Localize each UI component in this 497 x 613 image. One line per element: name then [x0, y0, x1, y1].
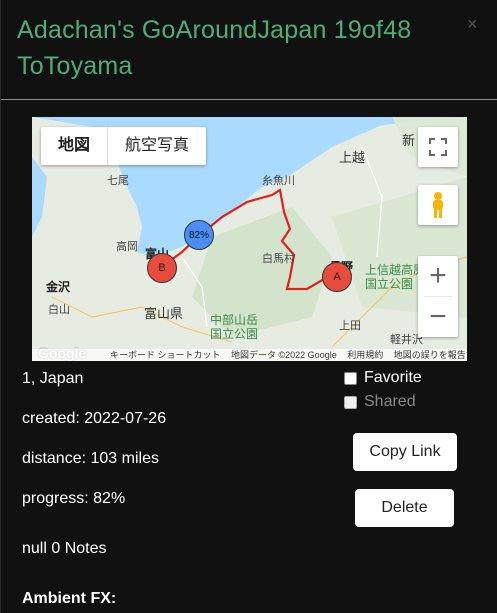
ambient-fx-heading: Ambient FX: [22, 590, 117, 607]
modal-header: Adachan's GoAroundJapan 19of48 ToToyama … [1, 0, 497, 100]
pegman-icon[interactable] [418, 185, 458, 225]
shared-checkbox-box [344, 395, 357, 409]
report-error-link[interactable]: 地図の誤りを報告する [394, 350, 467, 360]
modal-title: Adachan's GoAroundJapan 19of48 ToToyama [17, 16, 412, 80]
map-label-hakuba: 白馬村 [262, 253, 295, 265]
trip-distance: distance: 103 miles [22, 450, 159, 467]
trip-progress: progress: 82% [22, 490, 126, 507]
zoom-out-button[interactable]: − [418, 297, 458, 337]
shared-label: Shared [364, 393, 416, 410]
trip-created: created: 2022-07-26 [22, 410, 167, 427]
map-label-joetsu: 上越 [339, 150, 366, 165]
marker-a[interactable]: A [322, 262, 352, 292]
map-label-ueda: 上田 [339, 320, 361, 332]
map-label-takaoka: 高岡 [116, 241, 138, 253]
map-label-itoigawa: 糸魚川 [262, 175, 295, 187]
map-type-satellite-button[interactable]: 航空写真 [108, 127, 206, 165]
map-label-chubu-park: 中部山岳 国立公園 [210, 313, 259, 341]
map-label-nanao: 七尾 [107, 175, 129, 187]
map-attribution: キーボード ショートカット 地図データ ©2022 Google 利用規約 地図… [32, 349, 467, 361]
zoom-control: + − [418, 256, 458, 337]
map-data-credit: 地図データ ©2022 Google [231, 350, 337, 360]
shared-checkbox: Shared [344, 393, 416, 411]
copy-link-button[interactable]: Copy Link [353, 433, 457, 471]
map-label-joshinetsu-park: 上信越高原 国立公園 [365, 263, 426, 291]
close-icon[interactable]: × [467, 14, 478, 34]
trip-location: 1, Japan [22, 370, 84, 387]
terms-link[interactable]: 利用規約 [347, 350, 383, 360]
progress-marker[interactable]: 82% [184, 220, 214, 250]
delete-button[interactable]: Delete [355, 489, 454, 527]
map-label-partial: 新 [402, 133, 416, 148]
map-label-toyama-pref: 富山県 [144, 306, 184, 321]
trip-notes[interactable]: null 0 Notes [22, 539, 107, 559]
fullscreen-icon[interactable] [418, 127, 458, 167]
favorite-checkbox[interactable]: Favorite [344, 369, 422, 387]
map-type-map-button[interactable]: 地図 [41, 127, 109, 165]
map-label-hakusan: 白山 [48, 304, 70, 316]
favorite-checkbox-box[interactable] [344, 371, 357, 385]
marker-b[interactable]: B [147, 253, 177, 283]
map-type-control: 地図 航空写真 [41, 127, 207, 165]
route-map[interactable]: 上越 新 七尾 糸魚川 高岡 富山 金沢 白馬村 長野 富山県 白山 中部山岳 … [32, 117, 467, 361]
zoom-in-button[interactable]: + [418, 256, 458, 296]
map-label-kanazawa: 金沢 [46, 280, 71, 294]
favorite-label: Favorite [364, 369, 422, 386]
keyboard-shortcuts-link[interactable]: キーボード ショートカット [110, 350, 221, 360]
trip-modal: Adachan's GoAroundJapan 19of48 ToToyama … [0, 0, 497, 613]
